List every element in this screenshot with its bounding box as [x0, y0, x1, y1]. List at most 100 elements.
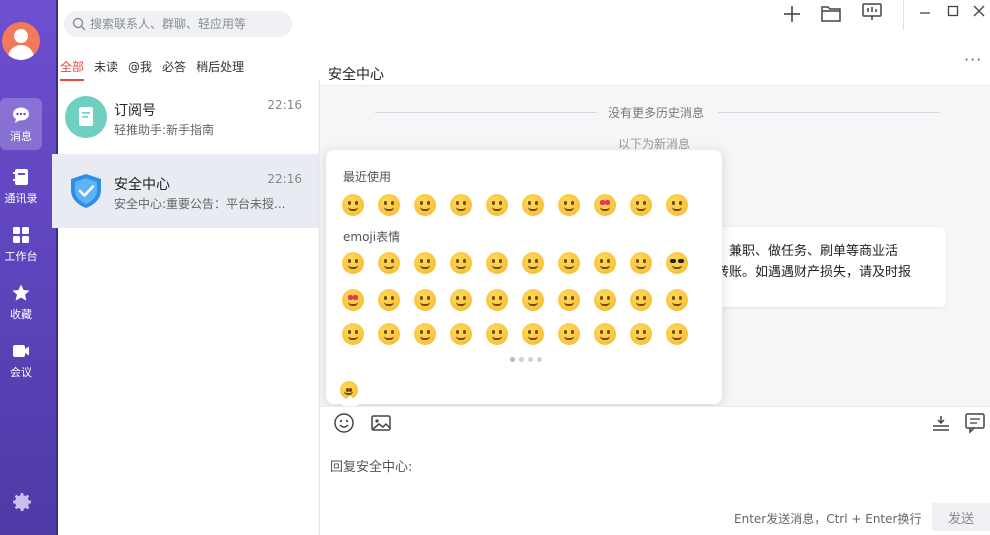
smirk-emoji-icon[interactable] — [630, 289, 652, 311]
send-button[interactable]: 发送 — [932, 503, 990, 531]
heart-eyes-emoji-icon[interactable] — [594, 194, 616, 216]
recent-emoji-label: 最近使用 — [343, 170, 392, 184]
maximize-button[interactable] — [940, 0, 966, 22]
pager-dot[interactable] — [510, 357, 515, 362]
close-button[interactable] — [966, 0, 990, 22]
rolling-eyes-emoji-icon[interactable] — [666, 323, 688, 345]
no-mouth-emoji-icon[interactable] — [630, 323, 652, 345]
squint-emoji-icon[interactable] — [450, 194, 472, 216]
heart-eyes-emoji-icon[interactable] — [342, 289, 364, 311]
nav-item-label: 工作台 — [4, 249, 38, 263]
tab-all[interactable]: 全部 — [60, 58, 85, 81]
search-box[interactable] — [64, 11, 292, 37]
split-icon[interactable] — [930, 412, 952, 434]
wink-emoji-icon[interactable] — [594, 252, 616, 274]
beaming-emoji-icon[interactable] — [414, 194, 436, 216]
emoji-row — [342, 252, 688, 274]
nav-item-favorites[interactable]: 收藏 — [0, 276, 42, 328]
grinning-emoji-icon[interactable] — [342, 252, 364, 274]
nav-item-contacts[interactable]: 通讯录 — [0, 160, 42, 212]
tab-must-reply[interactable]: 必答 — [162, 58, 186, 81]
halo-emoji-icon[interactable] — [378, 323, 400, 345]
avatar[interactable] — [2, 22, 40, 60]
tab-later[interactable]: 稍后处理 — [196, 58, 244, 81]
nav-rail: 消息 通讯录 工作台 收藏 会议 — [0, 0, 58, 535]
squint-emoji-icon[interactable] — [522, 252, 544, 274]
pager-dot[interactable] — [519, 357, 524, 362]
raised-eyebrow-emoji-icon[interactable] — [558, 323, 580, 345]
chat-history-icon[interactable] — [964, 412, 986, 434]
star-struck-emoji-icon[interactable] — [450, 289, 472, 311]
joy-emoji-icon[interactable] — [414, 252, 436, 274]
smile-emoji-icon[interactable] — [630, 252, 652, 274]
image-icon[interactable] — [370, 412, 392, 434]
pleading-emoji-icon[interactable] — [414, 323, 436, 345]
chat-title: 安全中心 — [328, 67, 384, 83]
pager-dot[interactable] — [528, 357, 533, 362]
grimace-emoji-icon[interactable] — [558, 252, 580, 274]
emoji-button-icon[interactable] — [333, 412, 355, 434]
grid-icon — [13, 226, 29, 243]
money-mouth-emoji-icon[interactable] — [558, 289, 580, 311]
nav-item-label: 消息 — [10, 129, 32, 143]
sweat-smile-emoji-icon[interactable] — [486, 252, 508, 274]
rofl-emoji-icon[interactable] — [450, 252, 472, 274]
tab-unread[interactable]: 未读 — [94, 58, 118, 81]
kiss-emoji-icon[interactable] — [630, 194, 652, 216]
plus-icon[interactable] — [782, 4, 802, 24]
gear-icon[interactable] — [10, 490, 34, 514]
conversation-list: 订阅号 22:16 轻推助手:新手指南 安全中心 22:16 安全中心:重要公告… — [52, 80, 320, 535]
nav-item-meetings[interactable]: 会议 — [0, 334, 42, 386]
filter-tabs: 全部 未读 @我 必答 稍后处理 — [60, 58, 244, 81]
hug-emoji-icon[interactable] — [414, 289, 436, 311]
tongue-emoji-icon[interactable] — [666, 194, 688, 216]
conversation-name: 订阅号 — [114, 103, 156, 119]
zany-emoji-icon[interactable] — [486, 289, 508, 311]
divider — [718, 112, 940, 113]
thinking-emoji-icon[interactable] — [522, 323, 544, 345]
emoji-row — [342, 194, 688, 216]
conversation-time: 22:16 — [267, 98, 302, 112]
beaming-emoji-icon[interactable] — [378, 252, 400, 274]
list-item[interactable]: 安全中心 22:16 安全中心:重要公告：平台未授... — [52, 154, 320, 228]
search-input[interactable] — [90, 17, 280, 31]
sunglasses-emoji-icon[interactable] — [666, 252, 688, 274]
nav-item-workbench[interactable]: 工作台 — [0, 218, 42, 270]
search-icon — [72, 17, 86, 31]
grinning-emoji-icon[interactable] — [342, 194, 364, 216]
nav-item-messages[interactable]: 消息 — [0, 98, 42, 150]
conversation-preview: 轻推助手:新手指南 — [114, 123, 215, 137]
reply-label: 回复安全中心: — [330, 460, 413, 475]
tab-mentions[interactable]: @我 — [128, 58, 152, 81]
blush-emoji-icon[interactable] — [666, 289, 688, 311]
chat-bubble-icon — [13, 107, 29, 123]
expressionless-emoji-icon[interactable] — [594, 323, 616, 345]
grin-emoji-icon[interactable] — [378, 194, 400, 216]
smile-emoji-icon[interactable] — [522, 194, 544, 216]
woozy-emoji-icon[interactable] — [342, 323, 364, 345]
more-options-icon[interactable]: ··· — [964, 50, 982, 69]
party-emoji-icon[interactable] — [450, 323, 472, 345]
tongue-emoji-icon[interactable] — [522, 289, 544, 311]
no-history-label: 没有更多历史消息 — [608, 106, 705, 120]
nav-item-label: 收藏 — [10, 307, 32, 321]
message-text: 转账。如遇遇财产损失，请及时报 — [716, 265, 912, 280]
send-hint: Enter发送消息，Ctrl + Enter换行 — [734, 512, 922, 526]
divider — [375, 112, 597, 113]
list-item[interactable]: 订阅号 22:16 轻推助手:新手指南 — [52, 80, 320, 154]
relieved-emoji-icon[interactable] — [594, 289, 616, 311]
cowboy-emoji-icon[interactable] — [486, 323, 508, 345]
sweat-smile-emoji-icon[interactable] — [486, 194, 508, 216]
emoji-panel: 最近使用 emoji表情 — [326, 150, 722, 404]
conversation-time: 22:16 — [267, 172, 302, 186]
wink-emoji-icon[interactable] — [558, 194, 580, 216]
minimize-button[interactable] — [912, 0, 938, 22]
emoji-tab-icon[interactable] — [340, 381, 358, 399]
folder-icon[interactable] — [820, 3, 842, 23]
emoji-row — [342, 323, 688, 345]
subscription-icon — [65, 96, 107, 138]
conversation-preview: 安全中心:重要公告：平台未授... — [114, 197, 286, 211]
pager-dot[interactable] — [537, 357, 542, 362]
kiss-emoji-icon[interactable] — [378, 289, 400, 311]
screen-share-icon[interactable] — [861, 2, 883, 22]
